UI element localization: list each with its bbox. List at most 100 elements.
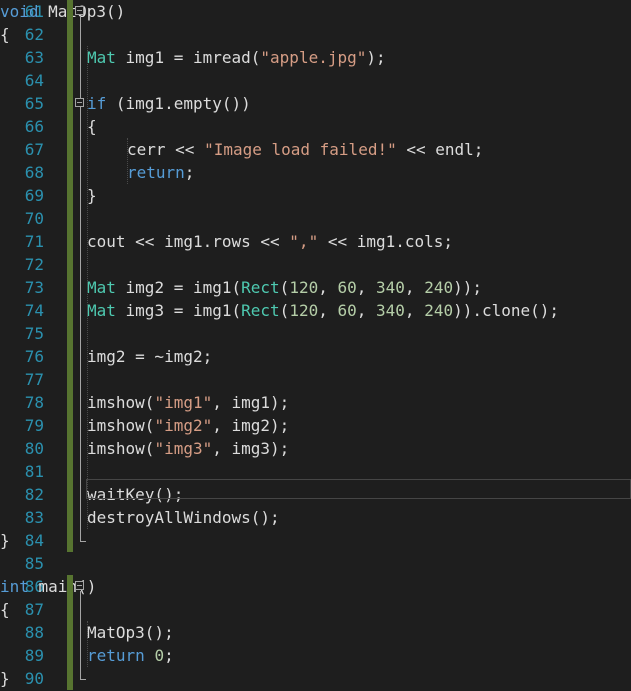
- code-line[interactable]: 73 Mat img2 = img1(Rect(120, 60, 340, 240…: [0, 276, 631, 299]
- code-line[interactable]: 65 if (img1.empty()): [0, 92, 631, 115]
- code-token: ;: [164, 646, 174, 665]
- code-line[interactable]: 72: [0, 253, 631, 276]
- collapse-toggle-icon[interactable]: [75, 6, 84, 15]
- change-bar: [67, 0, 73, 23]
- code-line[interactable]: 88 MatOp3();: [0, 621, 631, 644]
- code-text: return;: [127, 162, 194, 183]
- code-token: (: [279, 301, 290, 320]
- code-text: MatOp3();: [87, 622, 174, 643]
- code-line[interactable]: 70: [0, 207, 631, 230]
- line-number: 78: [24, 393, 44, 412]
- code-token: {: [87, 117, 97, 136]
- change-bar: [67, 644, 73, 667]
- line-number: 71: [24, 232, 44, 251]
- line-number: 82: [24, 485, 44, 504]
- line-number: 89: [24, 646, 44, 665]
- code-token: , img1);: [212, 393, 290, 412]
- code-line[interactable]: 90}: [0, 667, 631, 690]
- code-text: void MatOp3(): [0, 1, 125, 22]
- line-number: 81: [24, 462, 44, 481]
- code-token: {: [0, 25, 10, 44]
- collapse-toggle-icon[interactable]: [75, 581, 84, 590]
- code-token: "img1": [154, 393, 213, 412]
- change-bar: [67, 483, 73, 506]
- fold-guide: [80, 591, 81, 679]
- code-text: }: [87, 185, 97, 206]
- code-token: "img2": [154, 416, 213, 435]
- code-token: 240: [424, 301, 454, 320]
- change-bar: [67, 575, 73, 598]
- code-text: imshow("img3", img3);: [87, 438, 289, 459]
- current-line-highlight: [86, 479, 631, 499]
- line-number: 73: [24, 278, 44, 297]
- code-line[interactable]: 83 destroyAllWindows();: [0, 506, 631, 529]
- code-token: Mat: [87, 301, 116, 320]
- line-number: 68: [24, 163, 44, 182]
- code-line[interactable]: 75: [0, 322, 631, 345]
- code-editor[interactable]: 61 void MatOp3() 62{63 Mat img1 = imread("a…: [0, 0, 631, 691]
- code-token: (: [279, 278, 290, 297]
- code-token: (img1.empty()): [106, 94, 251, 113]
- code-text: destroyAllWindows();: [87, 507, 280, 528]
- code-token: )).clone();: [453, 301, 560, 320]
- code-line[interactable]: 77: [0, 368, 631, 391]
- line-number: 64: [24, 71, 44, 90]
- code-line[interactable]: 66 {: [0, 115, 631, 138]
- code-line[interactable]: 87{: [0, 598, 631, 621]
- code-line[interactable]: 62{: [0, 23, 631, 46]
- code-text: cerr << "Image load failed!" << endl;: [127, 139, 483, 160]
- code-token: imshow(: [87, 416, 155, 435]
- code-token: 240: [424, 278, 454, 297]
- code-line[interactable]: 84}: [0, 529, 631, 552]
- line-number: 76: [24, 347, 44, 366]
- code-text: {: [87, 116, 97, 137]
- code-line[interactable]: 85: [0, 552, 631, 575]
- code-token: MatOp3();: [87, 623, 174, 642]
- change-bar: [67, 299, 73, 322]
- change-bar: [67, 414, 73, 437]
- code-line[interactable]: 89 return 0;: [0, 644, 631, 667]
- change-bar: [67, 46, 73, 69]
- code-line[interactable]: 67 cerr << "Image load failed!" << endl;: [0, 138, 631, 161]
- code-line[interactable]: 71 cout << img1.rows << "," << img1.cols;: [0, 230, 631, 253]
- code-line[interactable]: 69}: [0, 184, 631, 207]
- code-line[interactable]: 76 img2 = ~img2;: [0, 345, 631, 368]
- indent-guide: [87, 621, 88, 667]
- code-token: 120: [289, 278, 319, 297]
- change-bar: [67, 207, 73, 230]
- code-token: ;: [184, 163, 195, 182]
- change-bar: [67, 322, 73, 345]
- code-line[interactable]: 86 int main(): [0, 575, 631, 598]
- code-line[interactable]: 61 void MatOp3(): [0, 0, 631, 23]
- change-bar: [67, 506, 73, 529]
- code-token: img1 = imread(: [115, 48, 261, 67]
- code-token: img2 = ~img2;: [87, 347, 213, 366]
- code-line[interactable]: 64: [0, 69, 631, 92]
- code-token: {: [0, 600, 10, 619]
- code-token: Mat: [87, 278, 116, 297]
- code-token: "img3": [154, 439, 213, 458]
- code-token: imshow(: [87, 439, 155, 458]
- line-number: 88: [24, 623, 44, 642]
- code-text: img2 = ~img2;: [87, 346, 212, 367]
- code-line[interactable]: 80 imshow("img3", img3);: [0, 437, 631, 460]
- code-token: return: [127, 163, 185, 182]
- code-token: destroyAllWindows();: [87, 508, 280, 527]
- code-token: Rect: [241, 301, 280, 320]
- code-token: , img2);: [212, 416, 290, 435]
- code-line[interactable]: 78 imshow("img1", img1);: [0, 391, 631, 414]
- line-number: 66: [24, 117, 44, 136]
- code-line[interactable]: 74 Mat img3 = img1(Rect(120, 60, 340, 240…: [0, 299, 631, 322]
- code-line[interactable]: 68 return;: [0, 161, 631, 184]
- change-bar: [67, 391, 73, 414]
- code-token: }: [0, 669, 10, 688]
- code-token: ,: [318, 278, 338, 297]
- code-token: "Image load failed!": [204, 140, 397, 159]
- code-line[interactable]: 63 Mat img1 = imread("apple.jpg");: [0, 46, 631, 69]
- code-token: << img1.cols;: [318, 232, 454, 251]
- code-token: ,: [404, 278, 425, 297]
- code-token: img3 = img1(: [115, 301, 242, 320]
- collapse-toggle-icon[interactable]: [75, 98, 84, 107]
- code-line[interactable]: 79 imshow("img2", img2);: [0, 414, 631, 437]
- code-text: {: [0, 24, 10, 45]
